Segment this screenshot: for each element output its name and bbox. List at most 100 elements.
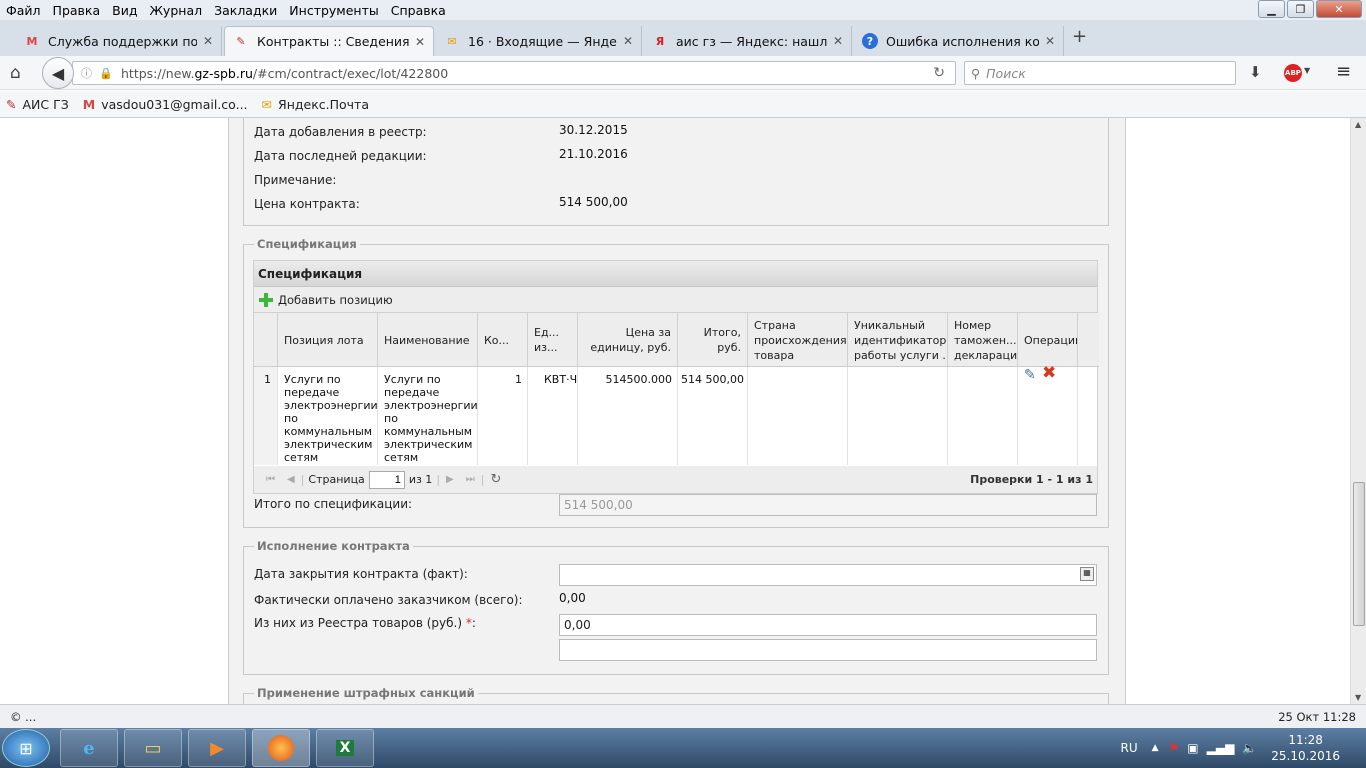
bookmark-yandex-mail[interactable]: ✉ Яндекс.Почта xyxy=(262,97,369,112)
search-placeholder: Поиск xyxy=(986,65,1026,81)
last-page-icon[interactable]: ⏭ xyxy=(466,474,475,485)
close-tab-icon[interactable]: ✕ xyxy=(203,34,213,48)
language-indicator[interactable]: RU xyxy=(1120,741,1137,755)
address-bar[interactable]: ⓘ 🔒 https://new. gz-spb.ru/#cm/contract/e… xyxy=(72,61,956,85)
tools-icon: ✎ xyxy=(6,96,17,112)
tab-yandex-search[interactable]: Я аис гз — Яндекс: нашлос... ✕ xyxy=(644,26,852,56)
url-path: /#cm/contract/exec/lot/422800 xyxy=(252,65,449,81)
menu-tools[interactable]: Инструменты xyxy=(283,3,384,18)
column-header[interactable]: Ко... xyxy=(478,313,528,367)
taskbar-excel[interactable]: X xyxy=(316,729,374,767)
network-warning-icon[interactable]: ⚑ xyxy=(1169,741,1180,755)
reload-icon[interactable]: ↻ xyxy=(933,65,945,81)
column-header[interactable]: Уникальный идентификатор... работы услуг… xyxy=(848,313,948,367)
page-of: из 1 xyxy=(408,473,433,486)
delete-icon[interactable]: ✖ xyxy=(1042,365,1056,382)
page-number-input[interactable] xyxy=(368,470,405,489)
search-input[interactable]: ⚲ Поиск xyxy=(964,61,1236,85)
price-value: 514 500,00 xyxy=(559,195,628,209)
menu-history[interactable]: Журнал xyxy=(143,3,208,18)
menu-edit[interactable]: Правка xyxy=(47,3,107,18)
home-icon[interactable]: ⌂ xyxy=(10,63,21,83)
registry-amount-field[interactable]: 0,00 xyxy=(559,614,1097,636)
menu-help[interactable]: Справка xyxy=(385,3,452,18)
taskbar-explorer[interactable]: ▭ xyxy=(124,729,182,767)
device-icon[interactable]: ▣ xyxy=(1187,741,1198,755)
close-tab-icon[interactable]: ✕ xyxy=(415,35,425,49)
tray-expand-icon[interactable]: ▲ xyxy=(1152,743,1159,753)
edit-icon[interactable]: ✎ xyxy=(1024,368,1036,382)
bookmark-gmail[interactable]: Mvasdou031@gmail.co... xyxy=(83,97,248,112)
tab-bar: M Служба поддержки польз... ✕ ✎ Контракт… xyxy=(0,20,1366,56)
taskbar-ie[interactable]: e xyxy=(60,729,118,767)
windows-logo-icon: ⊞ xyxy=(19,738,33,758)
column-header[interactable]: Итого, руб. xyxy=(678,313,748,367)
table-row[interactable]: 1 Услуги по передаче электроэнергии по к… xyxy=(254,365,1099,465)
menu-file[interactable]: Файл xyxy=(0,3,47,18)
hamburger-menu-icon[interactable]: ≡ xyxy=(1336,61,1351,82)
clock-date: 25.10.2016 xyxy=(1271,749,1340,763)
adblock-icon[interactable]: ABP xyxy=(1284,64,1302,82)
volume-icon[interactable]: 🔈 xyxy=(1242,741,1257,755)
tab-yandex-mail[interactable]: ✉ 16 · Входящие — Яндекс.... ✕ xyxy=(436,26,642,56)
column-header[interactable]: Операции xyxy=(1018,313,1078,367)
scroll-up-icon[interactable]: ▲ xyxy=(1355,120,1361,129)
column-header[interactable]: Наименование xyxy=(378,313,478,367)
column-header[interactable]: Позиция лота xyxy=(278,313,378,367)
grid-toolbar: Добавить позицию xyxy=(254,287,1097,313)
add-position-button[interactable]: Добавить позицию xyxy=(278,293,393,307)
new-tab-icon[interactable]: + xyxy=(1072,26,1087,47)
calendar-icon[interactable]: ▦ xyxy=(1080,567,1094,581)
close-tab-icon[interactable]: ✕ xyxy=(1045,34,1055,48)
first-page-icon[interactable]: ⏮ xyxy=(266,474,275,485)
info-icon[interactable]: ⓘ xyxy=(81,65,92,81)
clock[interactable]: 11:28 25.10.2016 xyxy=(1271,732,1340,764)
paid-label: Фактически оплачено заказчиком (всего): xyxy=(254,593,523,607)
row-name: Услуги по передаче электроэнергии по ком… xyxy=(384,373,478,464)
column-header[interactable]: Страна происхождения товара xyxy=(748,313,848,367)
folder-icon: ▭ xyxy=(144,737,162,759)
taskbar-firefox[interactable] xyxy=(252,729,310,767)
menu-view[interactable]: Вид xyxy=(106,3,143,18)
menu-bookmarks[interactable]: Закладки xyxy=(208,3,283,18)
start-button[interactable]: ⊞ xyxy=(2,729,50,767)
tab-error[interactable]: ? Ошибка исполнения кон... ✕ xyxy=(854,26,1064,56)
column-header[interactable]: Цена за единицу, руб. xyxy=(578,313,678,367)
grid-title: Спецификация xyxy=(254,261,1097,287)
help-icon: ? xyxy=(862,33,878,49)
vertical-scrollbar[interactable]: ▲ ▼ xyxy=(1350,118,1366,704)
added-label: Дата добавления в реестр: xyxy=(254,125,427,139)
back-button[interactable]: ◀ xyxy=(42,57,74,89)
download-icon[interactable]: ⬇ xyxy=(1249,63,1262,81)
signal-icon[interactable]: ▂▄▆ xyxy=(1207,741,1235,755)
url-host: gz-spb.ru xyxy=(194,65,253,81)
next-page-icon[interactable]: ▶ xyxy=(446,474,454,485)
maximize-button[interactable]: ❐ xyxy=(1287,0,1314,18)
tab-support[interactable]: M Служба поддержки польз... ✕ xyxy=(16,26,222,56)
tab-label: Ошибка исполнения кон... xyxy=(886,33,1039,49)
close-tab-icon[interactable]: ✕ xyxy=(833,34,843,48)
close-window-button[interactable]: ✕ xyxy=(1316,0,1362,18)
extra-field[interactable] xyxy=(559,639,1097,661)
ie-icon: e xyxy=(83,737,95,759)
tab-label: Служба поддержки польз... xyxy=(48,33,197,49)
close-date-field[interactable]: ▦ xyxy=(559,564,1097,586)
row-quantity: 1 xyxy=(515,373,522,386)
taskbar-media-player[interactable]: ▶ xyxy=(188,729,246,767)
tab-label: аис гз — Яндекс: нашлос... xyxy=(676,33,827,49)
tab-contracts[interactable]: ✎ Контракты :: Сведения об ... ✕ xyxy=(224,26,434,56)
gmail-icon: M xyxy=(26,34,38,48)
minimize-button[interactable]: ▁ xyxy=(1258,0,1285,18)
chevron-down-icon[interactable]: ▼ xyxy=(1304,66,1310,75)
scroll-down-icon[interactable]: ▼ xyxy=(1355,693,1361,702)
bookmark-ais-gz[interactable]: ✎ АИС ГЗ xyxy=(6,97,69,112)
menu-bar: Файл Правка Вид Журнал Закладки Инструме… xyxy=(0,0,1366,20)
prev-page-icon[interactable]: ◀ xyxy=(287,474,295,485)
column-header[interactable]: Ед... из... xyxy=(528,313,578,367)
mail-icon: ✉ xyxy=(261,96,273,112)
registry-label-text: Из них из Реестра товаров (руб.) xyxy=(254,616,463,630)
column-header[interactable]: Номер таможен... декларации xyxy=(948,313,1018,367)
refresh-icon[interactable]: ↻ xyxy=(490,472,501,487)
scroll-thumb[interactable] xyxy=(1353,482,1365,626)
close-tab-icon[interactable]: ✕ xyxy=(623,34,633,48)
